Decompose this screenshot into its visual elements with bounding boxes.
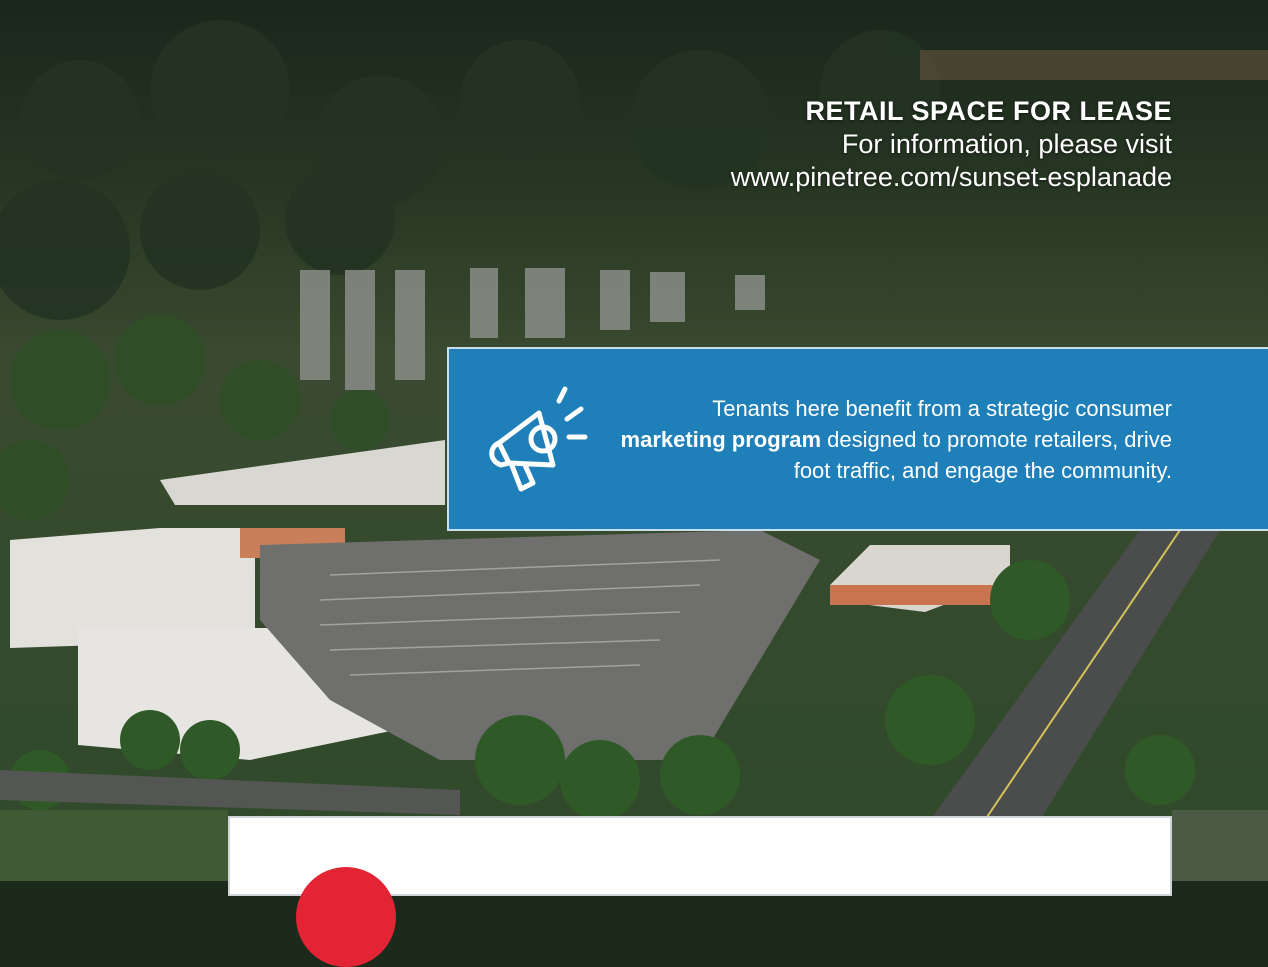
marketing-text: Tenants here benefit from a strategic co… <box>612 393 1172 486</box>
lease-title: RETAIL SPACE FOR LEASE <box>805 96 1172 126</box>
marketing-program-bold: marketing program <box>620 427 822 452</box>
marketing-banner: Tenants here benefit from a strategic co… <box>447 347 1268 531</box>
lease-heading: RETAIL SPACE FOR LEASE For information, … <box>731 94 1172 194</box>
megaphone-icon <box>489 386 588 492</box>
marketing-text-start: Tenants here benefit from a strategic co… <box>712 396 1172 421</box>
red-badge <box>296 867 396 967</box>
info-line: For information, please visit <box>841 129 1172 159</box>
marketing-text-end: designed to promote retailers, drive foo… <box>793 427 1172 483</box>
website-link[interactable]: www.pinetree.com/sunset-esplanade <box>731 161 1172 194</box>
